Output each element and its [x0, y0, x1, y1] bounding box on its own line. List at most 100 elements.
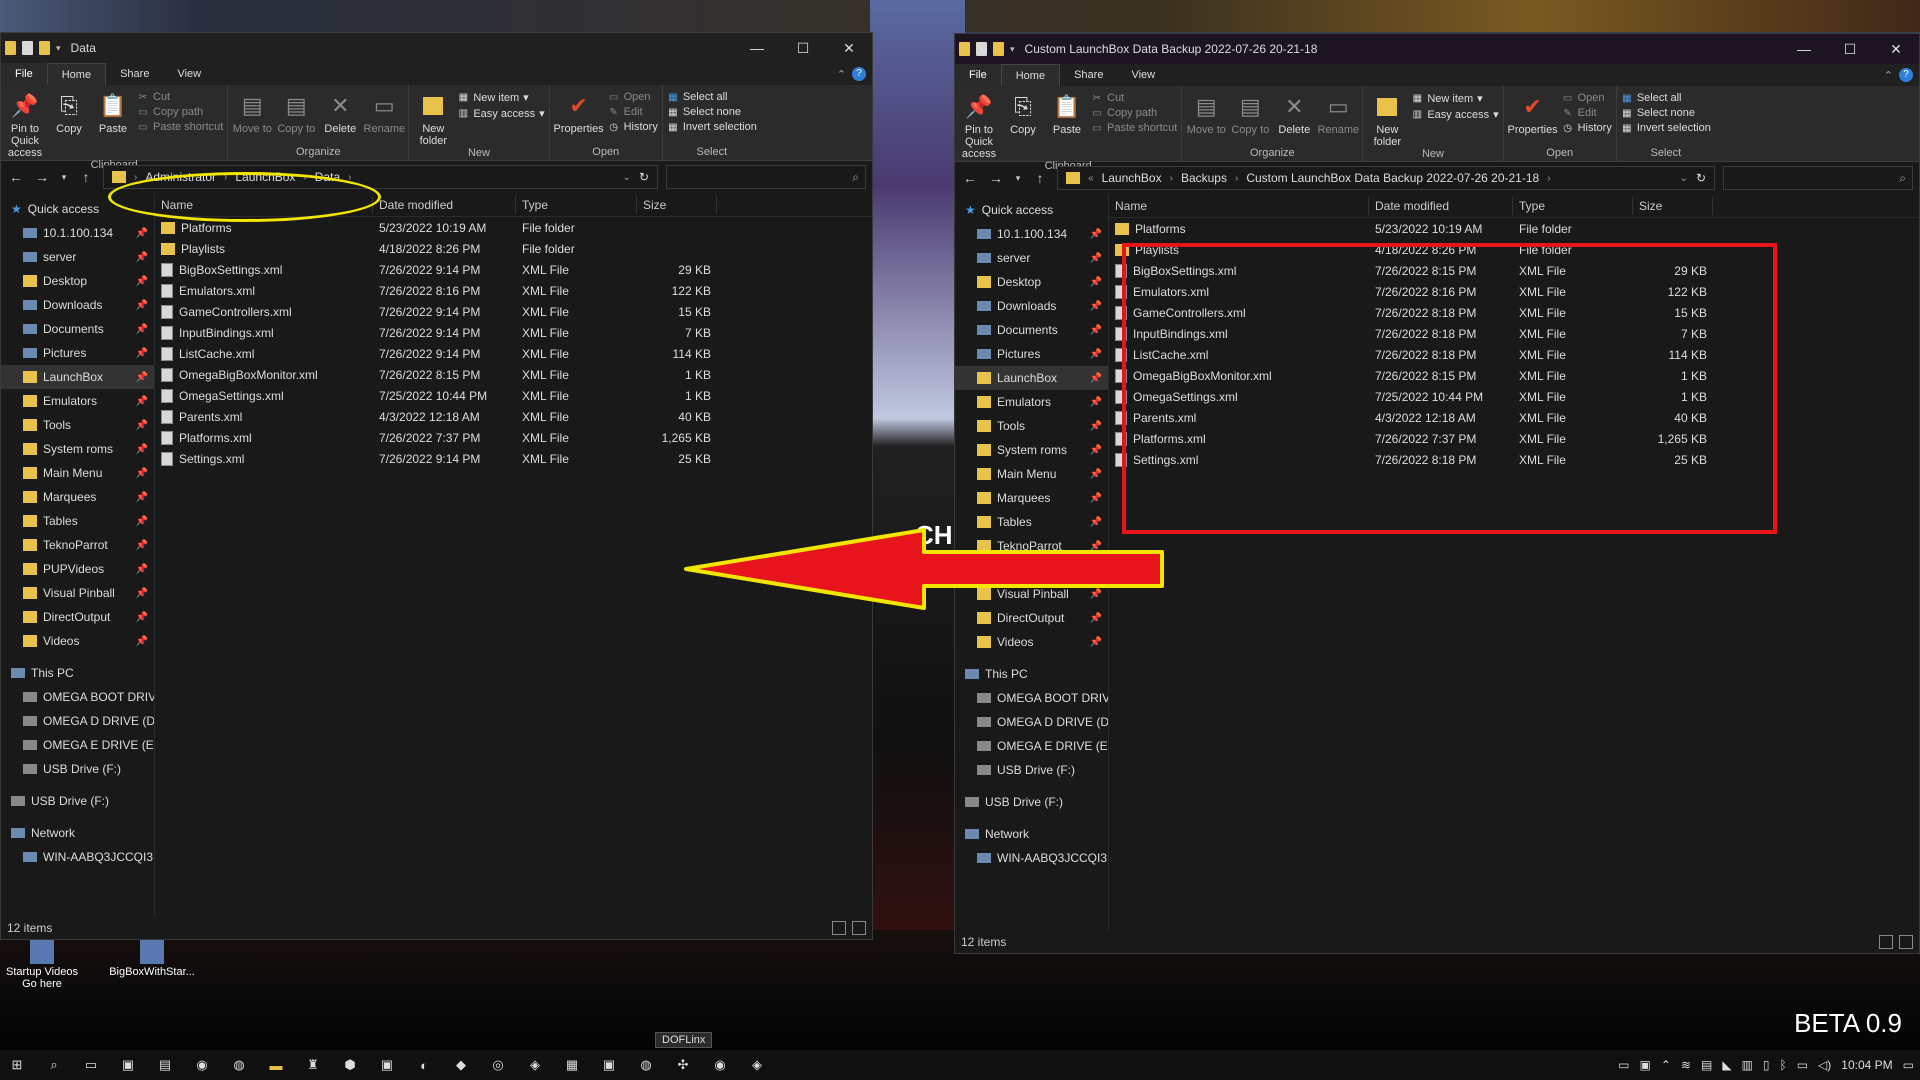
nav-this-pc[interactable]: This PC	[1, 661, 154, 685]
nav-item-pinned[interactable]: 10.1.100.134 📌	[955, 222, 1108, 246]
app-icon[interactable]: ▣	[117, 1057, 139, 1073]
column-header-type[interactable]: Type	[1513, 196, 1633, 215]
nav-item-pinned[interactable]: Emulators 📌	[1, 389, 154, 413]
help-icon[interactable]: ?	[1899, 68, 1913, 82]
up-arrow-icon[interactable]: ↑	[77, 169, 95, 185]
minimize-button[interactable]: —	[1781, 41, 1827, 58]
file-row[interactable]: BigBoxSettings.xml 7/26/2022 9:14 PM XML F…	[155, 259, 872, 280]
nav-item-pinned[interactable]: Marquees 📌	[1, 485, 154, 509]
paste-shortcut-button[interactable]: ▭ Paste shortcut	[137, 121, 223, 133]
maximize-button[interactable]: ☐	[1827, 41, 1873, 58]
breadcrumb-item[interactable]: Custom LaunchBox Data Backup 2022-07-26 …	[1246, 171, 1539, 185]
edit-button[interactable]: ✎ Edit	[608, 106, 658, 118]
doflinx-icon[interactable]: ✣	[672, 1057, 694, 1073]
app-icon[interactable]: ♜	[302, 1057, 324, 1073]
nav-item-pinned[interactable]: Main Menu 📌	[1, 461, 154, 485]
up-arrow-icon[interactable]: ↑	[1031, 170, 1049, 186]
refresh-icon[interactable]: ↻	[1696, 171, 1706, 185]
copy-button[interactable]: ⎘ Copy	[49, 87, 89, 159]
app-icon[interactable]: ⬢	[339, 1057, 361, 1073]
nav-network[interactable]: Network	[1, 821, 154, 845]
close-button[interactable]: ✕	[1873, 41, 1919, 58]
select-all-button[interactable]: ▦ Select all	[1621, 92, 1711, 104]
file-row[interactable]: Emulators.xml 7/26/2022 8:16 PM XML File 12…	[155, 280, 872, 301]
windows-start-icon[interactable]: ⊞	[6, 1057, 28, 1073]
nav-item-pinned[interactable]: Visual Pinball 📌	[1, 581, 154, 605]
column-header-size[interactable]: Size	[637, 195, 717, 214]
back-arrow-icon[interactable]: ←	[7, 169, 25, 185]
app-icon[interactable]: ◎	[487, 1057, 509, 1073]
new-folder-button[interactable]: New folder	[1367, 88, 1407, 148]
breadcrumb-item[interactable]: LaunchBox	[1102, 171, 1162, 185]
nav-item-pinned[interactable]: LaunchBox 📌	[955, 366, 1108, 390]
app-tray-icon[interactable]: ▣	[1640, 1058, 1651, 1072]
nav-this-pc[interactable]: This PC	[955, 662, 1108, 686]
recent-locations-icon[interactable]: ▾	[59, 172, 69, 183]
file-row[interactable]: ListCache.xml 7/26/2022 9:14 PM XML File 11…	[155, 343, 872, 364]
nav-network[interactable]: Network	[955, 822, 1108, 846]
nav-item-drive[interactable]: OMEGA D DRIVE (D:)	[1, 709, 154, 733]
volume-icon[interactable]: ◁)	[1818, 1058, 1831, 1072]
edge-icon[interactable]: ◉	[709, 1057, 731, 1073]
file-row[interactable]: Settings.xml 7/26/2022 9:14 PM XML File 25 …	[155, 448, 872, 469]
nav-item-pinned[interactable]: Documents 📌	[955, 318, 1108, 342]
bigbox-icon[interactable]: ▦	[561, 1057, 583, 1073]
address-bar[interactable]: « LaunchBox › Backups › Custom LaunchBox…	[1057, 166, 1715, 190]
app-tray-icon[interactable]: ▥	[1742, 1058, 1753, 1072]
new-item-button[interactable]: ▦ New item ▾	[1411, 92, 1498, 106]
nav-item-pinned[interactable]: System roms 📌	[955, 438, 1108, 462]
delete-button[interactable]: ✕ Delete	[320, 87, 360, 146]
select-none-button[interactable]: ▦ Select none	[667, 106, 757, 118]
display-icon[interactable]: ▭	[1618, 1058, 1629, 1072]
properties-button[interactable]: ✔ Properties	[1508, 88, 1558, 147]
nav-item-pinned[interactable]: Documents 📌	[1, 317, 154, 341]
nav-item-pinned[interactable]: Tools 📌	[1, 413, 154, 437]
properties-icon[interactable]	[976, 42, 987, 56]
bluetooth-icon[interactable]: ᛒ	[1780, 1058, 1787, 1072]
tab-share[interactable]: Share	[106, 63, 163, 85]
file-explorer-icon[interactable]: ▬	[265, 1058, 287, 1073]
properties-button[interactable]: ✔ Properties	[554, 87, 604, 146]
usb-icon[interactable]: ▯	[1763, 1058, 1770, 1072]
breadcrumb-item[interactable]: Backups	[1181, 171, 1227, 185]
easy-access-button[interactable]: ▥ Easy access ▾	[1411, 108, 1499, 122]
nav-item-drive[interactable]: OMEGA E DRIVE (E:)	[1, 733, 154, 757]
clock[interactable]: 10:04 PM	[1841, 1058, 1892, 1072]
tab-file[interactable]: File	[1, 63, 47, 85]
forward-arrow-icon[interactable]: →	[33, 169, 51, 185]
search-input[interactable]: ⌕	[1723, 166, 1913, 190]
copy-path-button[interactable]: ▭ Copy path	[1091, 107, 1177, 119]
notification-icon[interactable]: ▭	[1903, 1058, 1914, 1072]
nav-item-pinned[interactable]: Pictures 📌	[955, 342, 1108, 366]
copy-path-button[interactable]: ▭ Copy path	[137, 106, 223, 118]
open-button[interactable]: ▭ Open	[1562, 92, 1612, 104]
pin-to-quick-access-button[interactable]: 📌 Pin to Quick access	[5, 87, 45, 160]
nav-usb-drive[interactable]: USB Drive (F:)	[955, 790, 1108, 814]
cut-button[interactable]: ✂ Cut	[137, 91, 223, 103]
paste-button[interactable]: 📋 Paste	[1047, 88, 1087, 160]
forward-arrow-icon[interactable]: →	[987, 170, 1005, 186]
nav-item-pinned[interactable]: Tools 📌	[955, 414, 1108, 438]
minimize-button[interactable]: —	[734, 40, 780, 57]
pin-to-quick-access-button[interactable]: 📌 Pin to Quick access	[959, 88, 999, 161]
nav-item-pinned[interactable]: LaunchBox 📌	[1, 365, 154, 389]
column-header-date[interactable]: Date modified	[373, 195, 516, 214]
desktop-icon[interactable]: Startup Videos Go here	[2, 940, 82, 990]
search-input[interactable]: ⌕	[666, 165, 866, 189]
tab-view[interactable]: View	[1117, 64, 1169, 86]
nvidia-icon[interactable]: ◣	[1722, 1058, 1731, 1072]
history-button[interactable]: ◷ History	[608, 121, 658, 133]
file-row[interactable]: Platforms.xml 7/26/2022 7:37 PM XML File 1,…	[155, 427, 872, 448]
tab-file[interactable]: File	[955, 64, 1001, 86]
easy-access-button[interactable]: ▥ Easy access ▾	[457, 107, 545, 121]
column-header-type[interactable]: Type	[516, 195, 637, 214]
invert-selection-button[interactable]: ▦ Invert selection	[1621, 122, 1711, 134]
nav-item-pinned[interactable]: Desktop 📌	[955, 270, 1108, 294]
desktop-icon[interactable]: BigBoxWithStar...	[106, 940, 198, 978]
app-icon[interactable]: ◐	[413, 1058, 435, 1073]
large-icons-view-icon[interactable]	[852, 921, 866, 935]
nav-item-pinned[interactable]: Marquees 📌	[955, 486, 1108, 510]
nav-item-pinned[interactable]: Tables 📌	[1, 509, 154, 533]
edit-button[interactable]: ✎ Edit	[1562, 107, 1612, 119]
copy-button[interactable]: ⎘ Copy	[1003, 88, 1043, 160]
